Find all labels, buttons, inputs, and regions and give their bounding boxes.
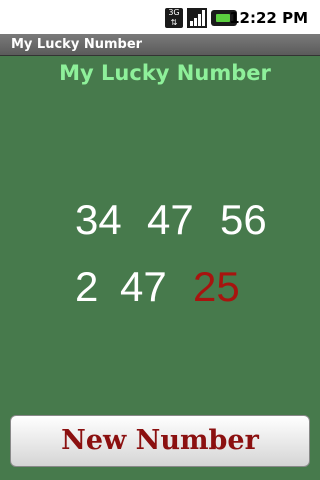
lucky-number-highlighted: 25 (193, 263, 240, 310)
new-number-button[interactable]: New Number (10, 415, 310, 467)
window-title: My Lucky Number (0, 34, 320, 56)
clock: 12:22 PM (229, 9, 308, 27)
lucky-number: 47 (120, 263, 167, 310)
network-label: 3G (168, 8, 180, 17)
lucky-number: 56 (220, 196, 267, 243)
lucky-number: 34 (75, 196, 122, 243)
network-3g-icon: 3G ⇅ (165, 8, 183, 28)
page-title: My Lucky Number (59, 61, 271, 85)
network-arrows: ⇅ (170, 18, 178, 27)
lucky-number: 47 (147, 196, 194, 243)
status-bar: 3G ⇅ 12:22 PM (0, 0, 320, 34)
lucky-number: 2 (75, 263, 99, 310)
signal-icon (187, 8, 207, 28)
